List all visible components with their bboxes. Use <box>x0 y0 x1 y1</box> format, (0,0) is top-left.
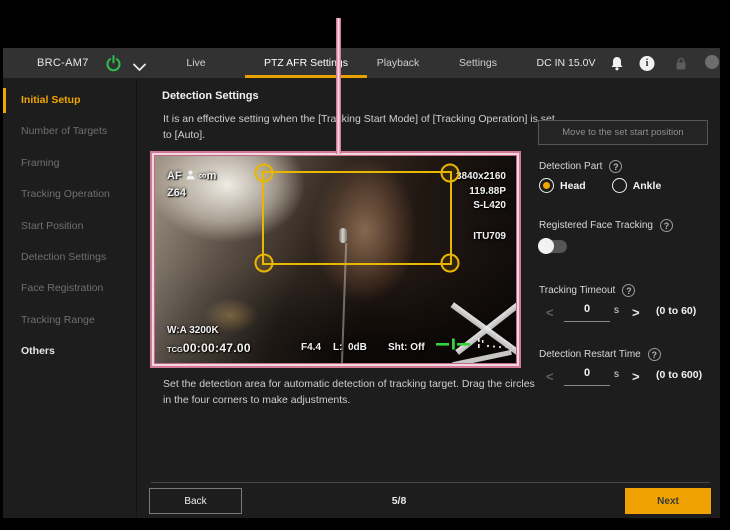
detection-restart-time-label-row: Detection Restart Time ? <box>539 348 661 361</box>
osd-frame-rate: 119.88P <box>456 185 506 200</box>
osd-gain: L: 0dB <box>333 342 367 353</box>
lock-toggle-knob <box>705 55 719 69</box>
footer-divider <box>151 482 710 483</box>
help-icon[interactable]: ? <box>648 348 661 361</box>
hint-text: Set the detection area for automatic det… <box>163 376 535 409</box>
detection-restart-time-value[interactable]: 0 <box>564 367 610 386</box>
osd-format-block: 3840x2160 119.88P S-L420 ITU709 <box>456 170 506 244</box>
sidebar-item-tracking-operation: Tracking Operation <box>3 179 136 210</box>
registered-face-tracking-toggle-knob <box>538 238 554 254</box>
tracking-timeout-label-row: Tracking Timeout ? <box>539 284 635 297</box>
tracking-timeout-decrement[interactable]: < <box>546 305 554 320</box>
detection-part-label: Detection Part <box>539 161 602 172</box>
osd-timecode-label: TCG <box>167 345 183 354</box>
osd-resolution: 3840x2160 <box>456 170 506 185</box>
detection-restart-time-unit: s <box>614 369 619 380</box>
osd-gamma: S-L420 <box>456 199 506 214</box>
sidebar-item-initial-setup[interactable]: Initial Setup <box>3 85 136 116</box>
detection-restart-time-increment[interactable]: > <box>632 369 640 384</box>
osd-focus-distance: ∞m <box>199 170 217 182</box>
page-title: Detection Settings <box>162 90 259 102</box>
radio-head-label: Head <box>560 180 586 192</box>
person-icon <box>186 170 195 183</box>
annotation-callout-line <box>336 18 341 154</box>
tracking-timeout-unit: s <box>614 305 619 316</box>
radio-ankle[interactable]: Ankle <box>612 178 662 193</box>
detection-part-options: Head Ankle <box>539 178 661 193</box>
tab-live[interactable]: Live <box>186 48 205 78</box>
info-icon[interactable]: i <box>640 56 655 71</box>
detection-handle-bottom-right[interactable] <box>441 254 460 273</box>
detection-part-label-row: Detection Part ? <box>539 160 622 173</box>
lock-icon <box>675 57 687 75</box>
radio-head[interactable]: Head <box>539 178 586 193</box>
sidebar-item-start-position: Start Position <box>3 211 136 242</box>
description-text: It is an effective setting when the [Tra… <box>163 111 559 144</box>
help-icon[interactable]: ? <box>622 284 635 297</box>
tracking-timeout-increment[interactable]: > <box>632 305 640 320</box>
help-icon[interactable]: ? <box>660 219 673 232</box>
registered-face-tracking-label: Registered Face Tracking <box>539 220 653 231</box>
sidebar-item-number-of-targets: Number of Targets <box>3 116 136 147</box>
detection-restart-time-range: (0 to 600) <box>656 369 702 381</box>
app-window: BRC-AM7 Live PTZ AFR Settings Playback S… <box>3 48 720 518</box>
registered-face-tracking-label-row: Registered Face Tracking ? <box>539 219 673 232</box>
top-bar: BRC-AM7 Live PTZ AFR Settings Playback S… <box>3 48 720 78</box>
power-icon[interactable] <box>105 55 122 72</box>
detection-restart-time-label: Detection Restart Time <box>539 349 641 360</box>
osd-timecode: TCG00:00:47.00 <box>167 341 251 355</box>
detection-handle-top-left[interactable] <box>255 164 274 183</box>
sidebar-item-tracking-range: Tracking Range <box>3 305 136 336</box>
detection-handle-top-right[interactable] <box>441 164 460 183</box>
camera-preview[interactable]: AF ∞m Z64 3840x2160 119.88P S <box>154 155 517 364</box>
next-button[interactable]: Next <box>625 488 711 514</box>
detection-area-rect[interactable] <box>262 171 452 265</box>
detection-handle-bottom-left[interactable] <box>255 254 274 273</box>
move-to-start-position-button[interactable]: Move to the set start position <box>538 120 708 145</box>
tracking-timeout-range: (0 to 60) <box>656 305 696 317</box>
back-button[interactable]: Back <box>149 488 242 514</box>
radio-ankle-label: Ankle <box>633 180 662 192</box>
sidebar-item-face-registration: Face Registration <box>3 273 136 304</box>
help-icon[interactable]: ? <box>609 160 622 173</box>
power-source-status: DC IN 15.0V <box>537 48 596 78</box>
sidebar-item-detection-settings: Detection Settings <box>3 242 136 273</box>
sidebar-item-others[interactable]: Others <box>3 336 136 367</box>
info-icon-glyph: i <box>640 56 655 71</box>
sidebar-item-framing: Framing <box>3 148 136 179</box>
settings-panel: Move to the set start position Detection… <box>536 78 710 518</box>
detection-restart-time-decrement[interactable]: < <box>546 369 554 384</box>
chevron-down-icon[interactable] <box>133 59 146 68</box>
device-name: BRC-AM7 <box>37 48 89 78</box>
page-indicator: 5/8 <box>392 495 407 507</box>
radio-head-dot <box>539 178 554 193</box>
focus-level-meter-icon <box>436 337 514 354</box>
tracking-timeout-label: Tracking Timeout <box>539 285 615 296</box>
tab-settings[interactable]: Settings <box>459 48 497 78</box>
osd-iris: F4.4 <box>301 342 321 353</box>
tracking-timeout-value[interactable]: 0 <box>564 303 610 322</box>
radio-ankle-dot <box>612 178 627 193</box>
page: BRC-AM7 Live PTZ AFR Settings Playback S… <box>0 0 730 530</box>
osd-focus: AF ∞m <box>167 170 216 183</box>
osd-shutter: Sht: Off <box>388 342 425 353</box>
osd-timecode-value: 00:00:47.00 <box>183 341 251 355</box>
sidebar: Initial Setup Number of Targets Framing … <box>3 78 137 518</box>
osd-zoom: Z64 <box>167 187 186 199</box>
bell-icon[interactable] <box>610 56 624 76</box>
osd-color-space: ITU709 <box>456 230 506 245</box>
osd-white-balance: W:A 3200K <box>167 325 219 336</box>
tab-playback[interactable]: Playback <box>377 48 420 78</box>
sidebar-list: Initial Setup Number of Targets Framing … <box>3 78 136 368</box>
osd-focus-mode: AF <box>167 170 182 182</box>
registered-face-tracking-toggle[interactable] <box>539 240 567 253</box>
annotation-callout-frame: AF ∞m Z64 3840x2160 119.88P S <box>150 151 521 368</box>
main-content: Detection Settings It is an effective se… <box>138 78 720 518</box>
